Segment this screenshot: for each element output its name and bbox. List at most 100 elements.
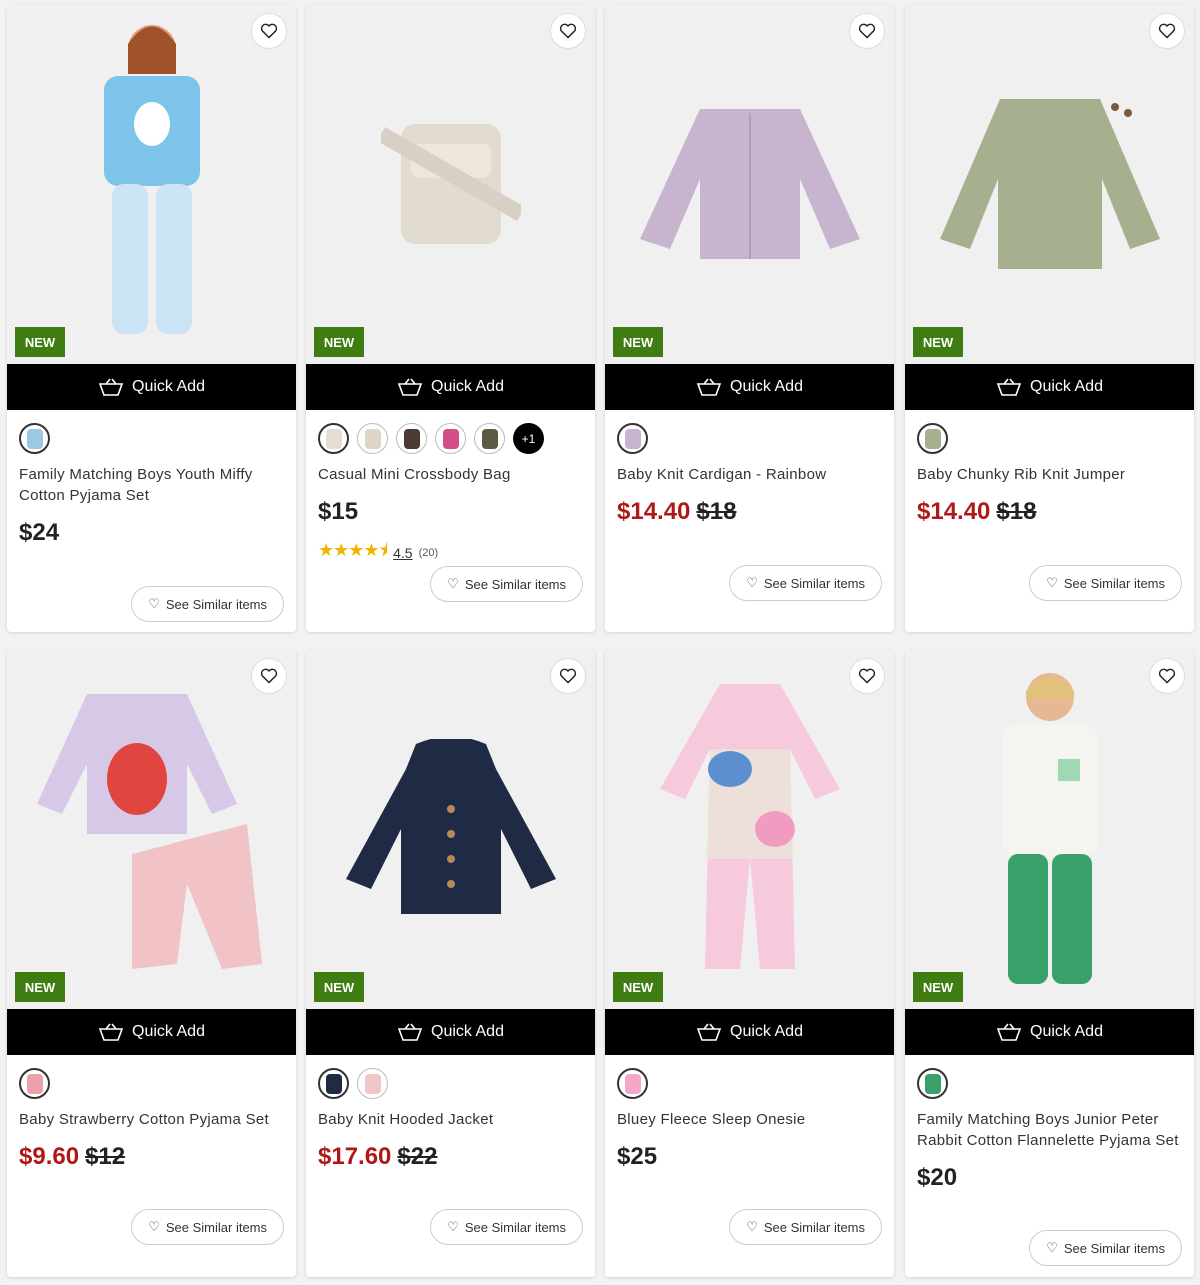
product-card[interactable]: NEW Quick Add Family Matching Boys Junio… bbox=[905, 649, 1194, 1277]
basket-icon bbox=[696, 378, 722, 396]
product-card[interactable]: NEW Quick Add Baby Knit Cardigan - Rainb… bbox=[605, 4, 894, 632]
wishlist-heart-icon[interactable] bbox=[849, 13, 885, 49]
product-name[interactable]: Baby Chunky Rib Knit Jumper bbox=[917, 464, 1185, 485]
wishlist-heart-icon[interactable] bbox=[550, 658, 586, 694]
quick-add-button[interactable]: Quick Add bbox=[605, 1009, 894, 1055]
quick-add-button[interactable]: Quick Add bbox=[905, 364, 1194, 410]
product-name[interactable]: Family Matching Boys Junior Peter Rabbit… bbox=[917, 1109, 1185, 1151]
product-image[interactable] bbox=[7, 649, 296, 1009]
wishlist-heart-icon[interactable] bbox=[1149, 658, 1185, 694]
color-swatches bbox=[617, 1068, 648, 1099]
sale-price: $9.60 bbox=[19, 1143, 80, 1170]
similar-icon: ♡ bbox=[746, 575, 758, 590]
color-swatch[interactable] bbox=[357, 1068, 388, 1099]
product-price: $14.40 $18 bbox=[617, 498, 736, 526]
product-card[interactable]: NEW Quick Add Family Matching Boys Youth… bbox=[7, 4, 296, 632]
see-similar-button[interactable]: ♡ See Similar items bbox=[1029, 565, 1182, 601]
product-image[interactable] bbox=[905, 649, 1194, 1009]
quick-add-button[interactable]: Quick Add bbox=[7, 364, 296, 410]
product-price: $20 bbox=[917, 1164, 958, 1191]
product-name[interactable]: Baby Knit Cardigan - Rainbow bbox=[617, 464, 885, 485]
similar-icon: ♡ bbox=[447, 576, 459, 591]
product-price: $14.40 $18 bbox=[917, 498, 1036, 526]
rating-value: 4.5 bbox=[393, 545, 413, 561]
product-card[interactable]: NEW Quick Add Bluey Fleece Sleep Onesie … bbox=[605, 649, 894, 1277]
product-name[interactable]: Bluey Fleece Sleep Onesie bbox=[617, 1109, 885, 1130]
color-swatches bbox=[318, 1068, 388, 1099]
was-price: $18 bbox=[696, 498, 737, 525]
product-image[interactable] bbox=[605, 4, 894, 364]
product-card[interactable]: NEW Quick Add +1 Casual Mini Crossbody B… bbox=[306, 4, 595, 632]
color-swatches bbox=[917, 1068, 948, 1099]
quick-add-label: Quick Add bbox=[1030, 1023, 1103, 1040]
quick-add-label: Quick Add bbox=[431, 1023, 504, 1040]
see-similar-button[interactable]: ♡ See Similar items bbox=[729, 1209, 882, 1245]
new-badge: NEW bbox=[314, 972, 364, 1002]
color-swatch[interactable] bbox=[19, 1068, 50, 1099]
see-similar-button[interactable]: ♡ See Similar items bbox=[430, 1209, 583, 1245]
color-swatch[interactable] bbox=[474, 423, 505, 454]
color-swatches bbox=[617, 423, 648, 454]
new-badge: NEW bbox=[913, 327, 963, 357]
color-swatch[interactable] bbox=[318, 1068, 349, 1099]
quick-add-button[interactable]: Quick Add bbox=[605, 364, 894, 410]
quick-add-button[interactable]: Quick Add bbox=[7, 1009, 296, 1055]
wishlist-heart-icon[interactable] bbox=[251, 658, 287, 694]
quick-add-button[interactable]: Quick Add bbox=[306, 364, 595, 410]
quick-add-button[interactable]: Quick Add bbox=[905, 1009, 1194, 1055]
was-price: $18 bbox=[996, 498, 1037, 525]
product-price: $25 bbox=[617, 1143, 658, 1170]
product-name[interactable]: Casual Mini Crossbody Bag bbox=[318, 464, 586, 485]
was-price: $12 bbox=[85, 1143, 126, 1170]
see-similar-button[interactable]: ♡ See Similar items bbox=[430, 566, 583, 602]
color-swatch[interactable] bbox=[617, 423, 648, 454]
quick-add-label: Quick Add bbox=[1030, 378, 1103, 395]
rating-stars-icon: ★★★★⯨ bbox=[318, 540, 388, 560]
quick-add-button[interactable]: Quick Add bbox=[306, 1009, 595, 1055]
color-swatch[interactable] bbox=[617, 1068, 648, 1099]
product-price: $9.60 $12 bbox=[19, 1143, 125, 1171]
see-similar-label: See Similar items bbox=[165, 1219, 267, 1235]
product-image[interactable] bbox=[905, 4, 1194, 364]
wishlist-heart-icon[interactable] bbox=[550, 13, 586, 49]
wishlist-heart-icon[interactable] bbox=[849, 658, 885, 694]
product-rating[interactable]: ★★★★⯨ 4.5 (20) bbox=[318, 538, 438, 568]
quick-add-label: Quick Add bbox=[132, 1023, 205, 1040]
see-similar-button[interactable]: ♡ See Similar items bbox=[1029, 1230, 1182, 1266]
color-swatch[interactable] bbox=[917, 423, 948, 454]
see-similar-label: See Similar items bbox=[1063, 575, 1165, 591]
product-card[interactable]: NEW Quick Add Baby Strawberry Cotton Pyj… bbox=[7, 649, 296, 1277]
color-swatch[interactable] bbox=[318, 423, 349, 454]
product-image[interactable] bbox=[605, 649, 894, 1009]
more-colors-button[interactable]: +1 bbox=[513, 423, 544, 454]
see-similar-label: See Similar items bbox=[464, 1219, 566, 1235]
product-price: $24 bbox=[19, 519, 60, 546]
basket-icon bbox=[696, 1023, 722, 1041]
color-swatch[interactable] bbox=[357, 423, 388, 454]
color-swatches: +1 bbox=[318, 423, 544, 454]
color-swatch[interactable] bbox=[917, 1068, 948, 1099]
product-image[interactable] bbox=[306, 649, 595, 1009]
product-image[interactable] bbox=[306, 4, 595, 364]
wishlist-heart-icon[interactable] bbox=[1149, 13, 1185, 49]
see-similar-button[interactable]: ♡ See Similar items bbox=[131, 1209, 284, 1245]
color-swatches bbox=[917, 423, 948, 454]
product-name[interactable]: Family Matching Boys Youth Miffy Cotton … bbox=[19, 464, 287, 506]
color-swatch[interactable] bbox=[435, 423, 466, 454]
color-swatch[interactable] bbox=[19, 423, 50, 454]
product-name[interactable]: Baby Strawberry Cotton Pyjama Set bbox=[19, 1109, 287, 1130]
color-swatch[interactable] bbox=[396, 423, 427, 454]
product-name[interactable]: Baby Knit Hooded Jacket bbox=[318, 1109, 586, 1130]
wishlist-heart-icon[interactable] bbox=[251, 13, 287, 49]
see-similar-button[interactable]: ♡ See Similar items bbox=[729, 565, 882, 601]
product-card[interactable]: NEW Quick Add Baby Knit Hooded Jacket $1… bbox=[306, 649, 595, 1277]
quick-add-label: Quick Add bbox=[132, 378, 205, 395]
product-image[interactable] bbox=[7, 4, 296, 364]
see-similar-button[interactable]: ♡ See Similar items bbox=[131, 586, 284, 622]
quick-add-label: Quick Add bbox=[730, 378, 803, 395]
product-card[interactable]: NEW Quick Add Baby Chunky Rib Knit Jumpe… bbox=[905, 4, 1194, 632]
similar-icon: ♡ bbox=[1046, 1240, 1058, 1255]
similar-icon: ♡ bbox=[148, 1219, 160, 1234]
new-badge: NEW bbox=[613, 327, 663, 357]
product-price: $17.60 $22 bbox=[318, 1143, 437, 1171]
